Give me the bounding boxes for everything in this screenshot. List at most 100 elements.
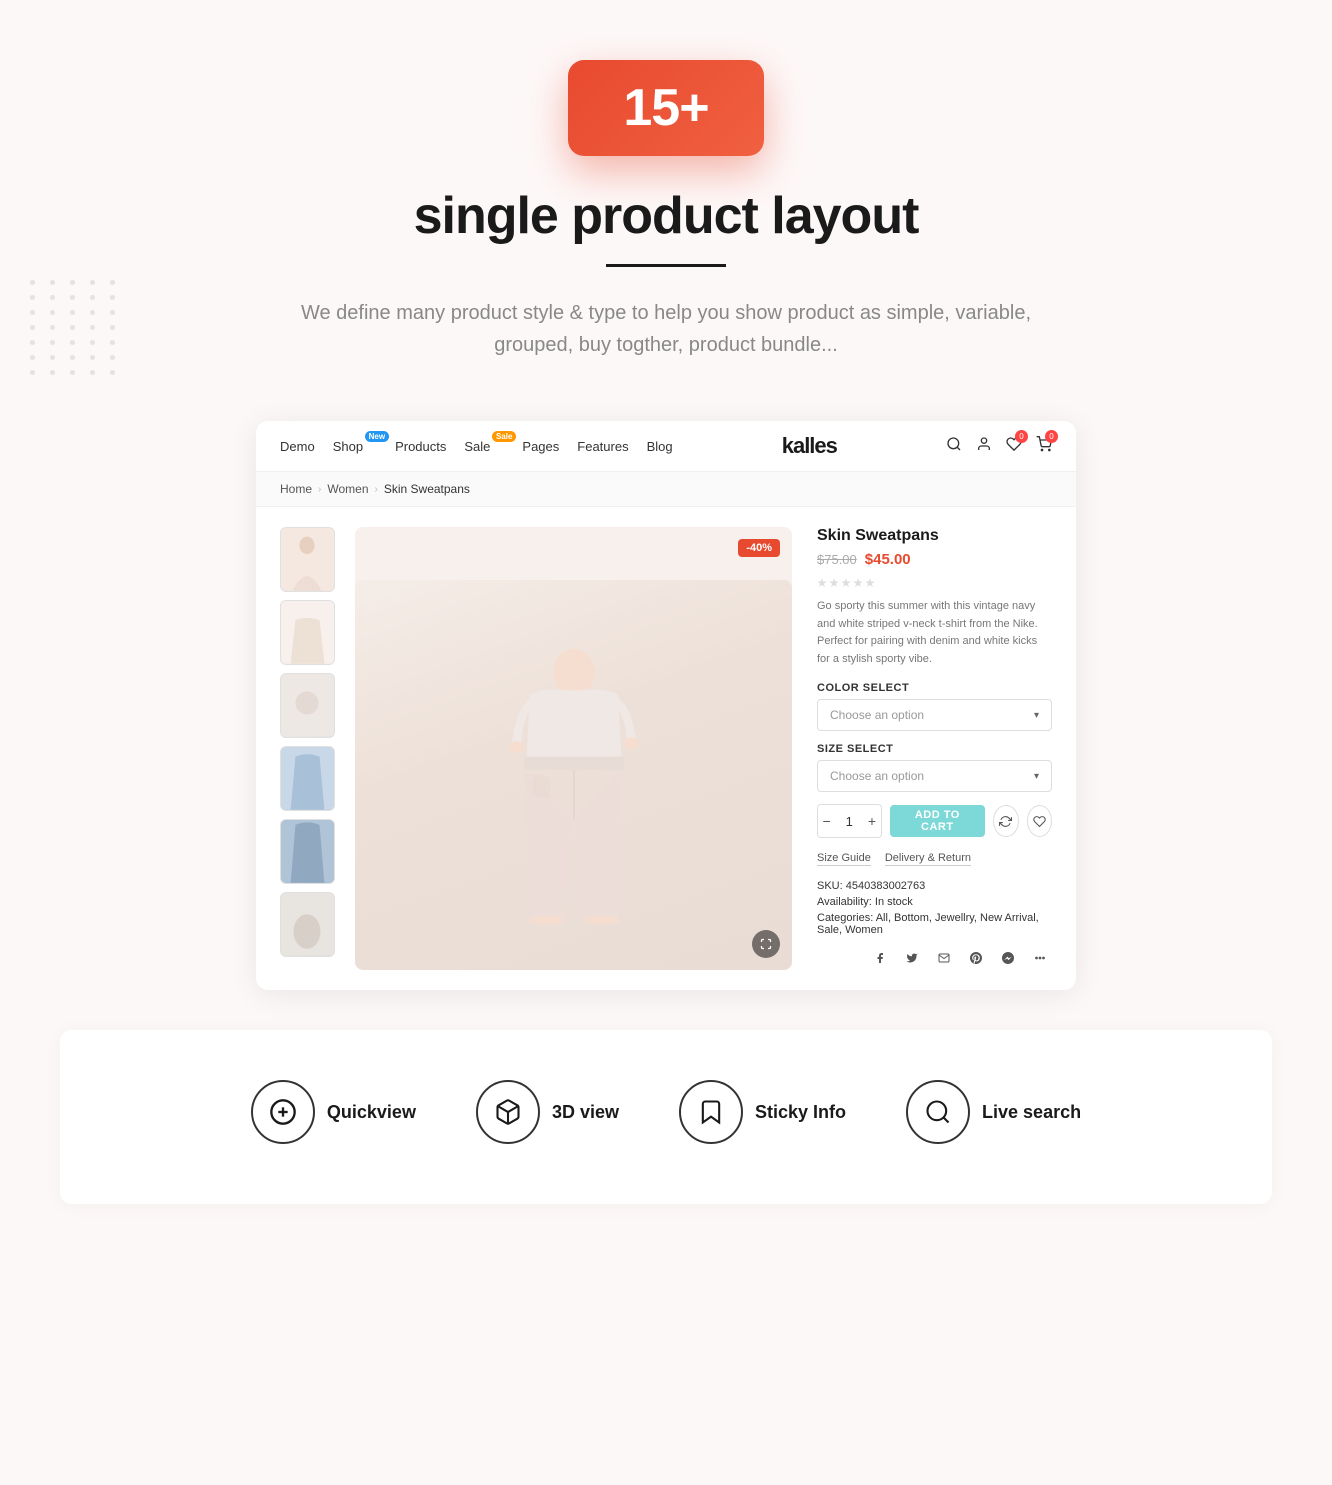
- star-2: [829, 578, 839, 588]
- thumbnail-6[interactable]: [280, 892, 335, 957]
- nav-link-pages[interactable]: Pages: [522, 439, 559, 454]
- availability-label: Availability:: [817, 896, 872, 908]
- hero-divider: [606, 264, 726, 267]
- price-original: $75.00: [817, 552, 857, 567]
- nav-badge-sale: Sale: [492, 431, 516, 442]
- nav-link-demo[interactable]: Demo: [280, 439, 315, 454]
- stickyinfo-label: Sticky Info: [755, 1102, 846, 1123]
- nav-link-shop[interactable]: Shop New: [333, 439, 377, 454]
- thumbnails: [280, 527, 335, 970]
- breadcrumb: Home › Women › Skin Sweatpans: [256, 472, 1076, 507]
- quantity-input[interactable]: 1: [835, 805, 863, 837]
- price-sale: $45.00: [865, 551, 911, 568]
- color-select-dropdown[interactable]: Choose an option ▾: [817, 699, 1052, 731]
- cart-count: 0: [1045, 430, 1058, 443]
- star-1: [817, 578, 827, 588]
- nav-badge-new: New: [365, 431, 389, 442]
- dots-decoration-left: [30, 280, 120, 375]
- quickview-label: Quickview: [327, 1102, 416, 1123]
- wishlist-count: 0: [1015, 430, 1028, 443]
- sku-label: SKU:: [817, 880, 843, 892]
- discount-badge: -40%: [738, 539, 780, 557]
- nav-link-products[interactable]: Products: [395, 439, 446, 454]
- quickview-icon-circle: [251, 1080, 315, 1144]
- quantity-increase-button[interactable]: +: [863, 805, 880, 837]
- star-4: [853, 578, 863, 588]
- product-layout: -40% Skin Sweatpans $75.00 $45.00: [256, 507, 1076, 990]
- product-info: Skin Sweatpans $75.00 $45.00 Go sporty t…: [812, 527, 1052, 970]
- pinterest-share-button[interactable]: [964, 946, 988, 970]
- breadcrumb-home[interactable]: Home: [280, 482, 312, 496]
- quantity-decrease-button[interactable]: −: [818, 805, 835, 837]
- twitter-share-button[interactable]: [900, 946, 924, 970]
- thumbnail-3[interactable]: [280, 673, 335, 738]
- features-row: Quickview 3D view Sticky Info Live searc…: [60, 1030, 1272, 1204]
- product-card: Demo Shop New Products Sale Sale Pages F…: [256, 421, 1076, 990]
- cart-row: − 1 + ADD TO CART: [817, 804, 1052, 838]
- thumbnail-1[interactable]: [280, 527, 335, 592]
- nav-bar: Demo Shop New Products Sale Sale Pages F…: [256, 421, 1076, 472]
- livesearch-icon-circle: [906, 1080, 970, 1144]
- categories-row: Categories: All, Bottom, Jewellry, New A…: [817, 912, 1052, 936]
- breadcrumb-sep-2: ›: [375, 484, 378, 495]
- availability-row: Availability: In stock: [817, 896, 1052, 908]
- more-share-button[interactable]: [1028, 946, 1052, 970]
- stickyinfo-icon-circle: [679, 1080, 743, 1144]
- hero-section: 15+ single product layout We define many…: [0, 0, 1332, 401]
- quantity-control: − 1 +: [817, 804, 882, 838]
- wishlist-nav-button[interactable]: 0: [1006, 436, 1022, 457]
- color-dropdown-arrow: ▾: [1034, 710, 1039, 721]
- 3dview-icon-circle: [476, 1080, 540, 1144]
- categories-label: Categories:: [817, 912, 873, 924]
- search-nav-button[interactable]: [946, 436, 962, 457]
- feature-sticky-info: Sticky Info: [679, 1080, 846, 1144]
- add-to-cart-button[interactable]: ADD TO CART: [890, 805, 985, 837]
- breadcrumb-current: Skin Sweatpans: [384, 482, 470, 496]
- livesearch-label: Live search: [982, 1102, 1081, 1123]
- product-name: Skin Sweatpans: [817, 527, 1052, 545]
- product-links: Size Guide Delivery & Return: [817, 852, 1052, 866]
- breadcrumb-women[interactable]: Women: [327, 482, 368, 496]
- price-row: $75.00 $45.00: [817, 551, 1052, 568]
- badge-container: 15+: [20, 60, 1312, 156]
- count-badge: 15+: [568, 60, 763, 156]
- availability-value: In stock: [875, 896, 913, 908]
- sku-value: 4540383002763: [846, 880, 926, 892]
- cart-nav-button[interactable]: 0: [1036, 436, 1052, 457]
- facebook-share-button[interactable]: [868, 946, 892, 970]
- color-select-label: COLOR SELECT: [817, 682, 1052, 694]
- main-product-image: -40%: [355, 527, 792, 970]
- star-5: [865, 578, 875, 588]
- nav-link-blog[interactable]: Blog: [647, 439, 673, 454]
- size-guide-link[interactable]: Size Guide: [817, 852, 871, 866]
- color-select-value: Choose an option: [830, 708, 924, 722]
- wishlist-button[interactable]: [1027, 805, 1052, 837]
- main-image-inner: [355, 580, 792, 970]
- thumbnail-4[interactable]: [280, 746, 335, 811]
- size-select-label: SIZE SELECT: [817, 743, 1052, 755]
- hero-title: single product layout: [20, 186, 1312, 246]
- delivery-return-link[interactable]: Delivery & Return: [885, 852, 971, 866]
- nav-link-features[interactable]: Features: [577, 439, 628, 454]
- thumbnail-5[interactable]: [280, 819, 335, 884]
- feature-live-search: Live search: [906, 1080, 1081, 1144]
- messenger-share-button[interactable]: [996, 946, 1020, 970]
- nav-icons: 0 0: [946, 436, 1052, 457]
- product-preview-wrapper: Demo Shop New Products Sale Sale Pages F…: [0, 401, 1332, 1030]
- breadcrumb-sep-1: ›: [318, 484, 321, 495]
- 3dview-label: 3D view: [552, 1102, 619, 1123]
- email-share-button[interactable]: [932, 946, 956, 970]
- product-description: Go sporty this summer with this vintage …: [817, 598, 1052, 668]
- hero-description: We define many product style & type to h…: [286, 297, 1046, 361]
- feature-quickview: Quickview: [251, 1080, 416, 1144]
- nav-link-sale[interactable]: Sale Sale: [464, 439, 504, 454]
- refresh-button[interactable]: [993, 805, 1018, 837]
- sku-row: SKU: 4540383002763: [817, 880, 1052, 892]
- feature-3d-view: 3D view: [476, 1080, 619, 1144]
- account-nav-button[interactable]: [976, 436, 992, 457]
- star-3: [841, 578, 851, 588]
- size-select-dropdown[interactable]: Choose an option ▾: [817, 760, 1052, 792]
- thumbnail-2[interactable]: [280, 600, 335, 665]
- star-rating: [817, 578, 1052, 588]
- size-select-value: Choose an option: [830, 769, 924, 783]
